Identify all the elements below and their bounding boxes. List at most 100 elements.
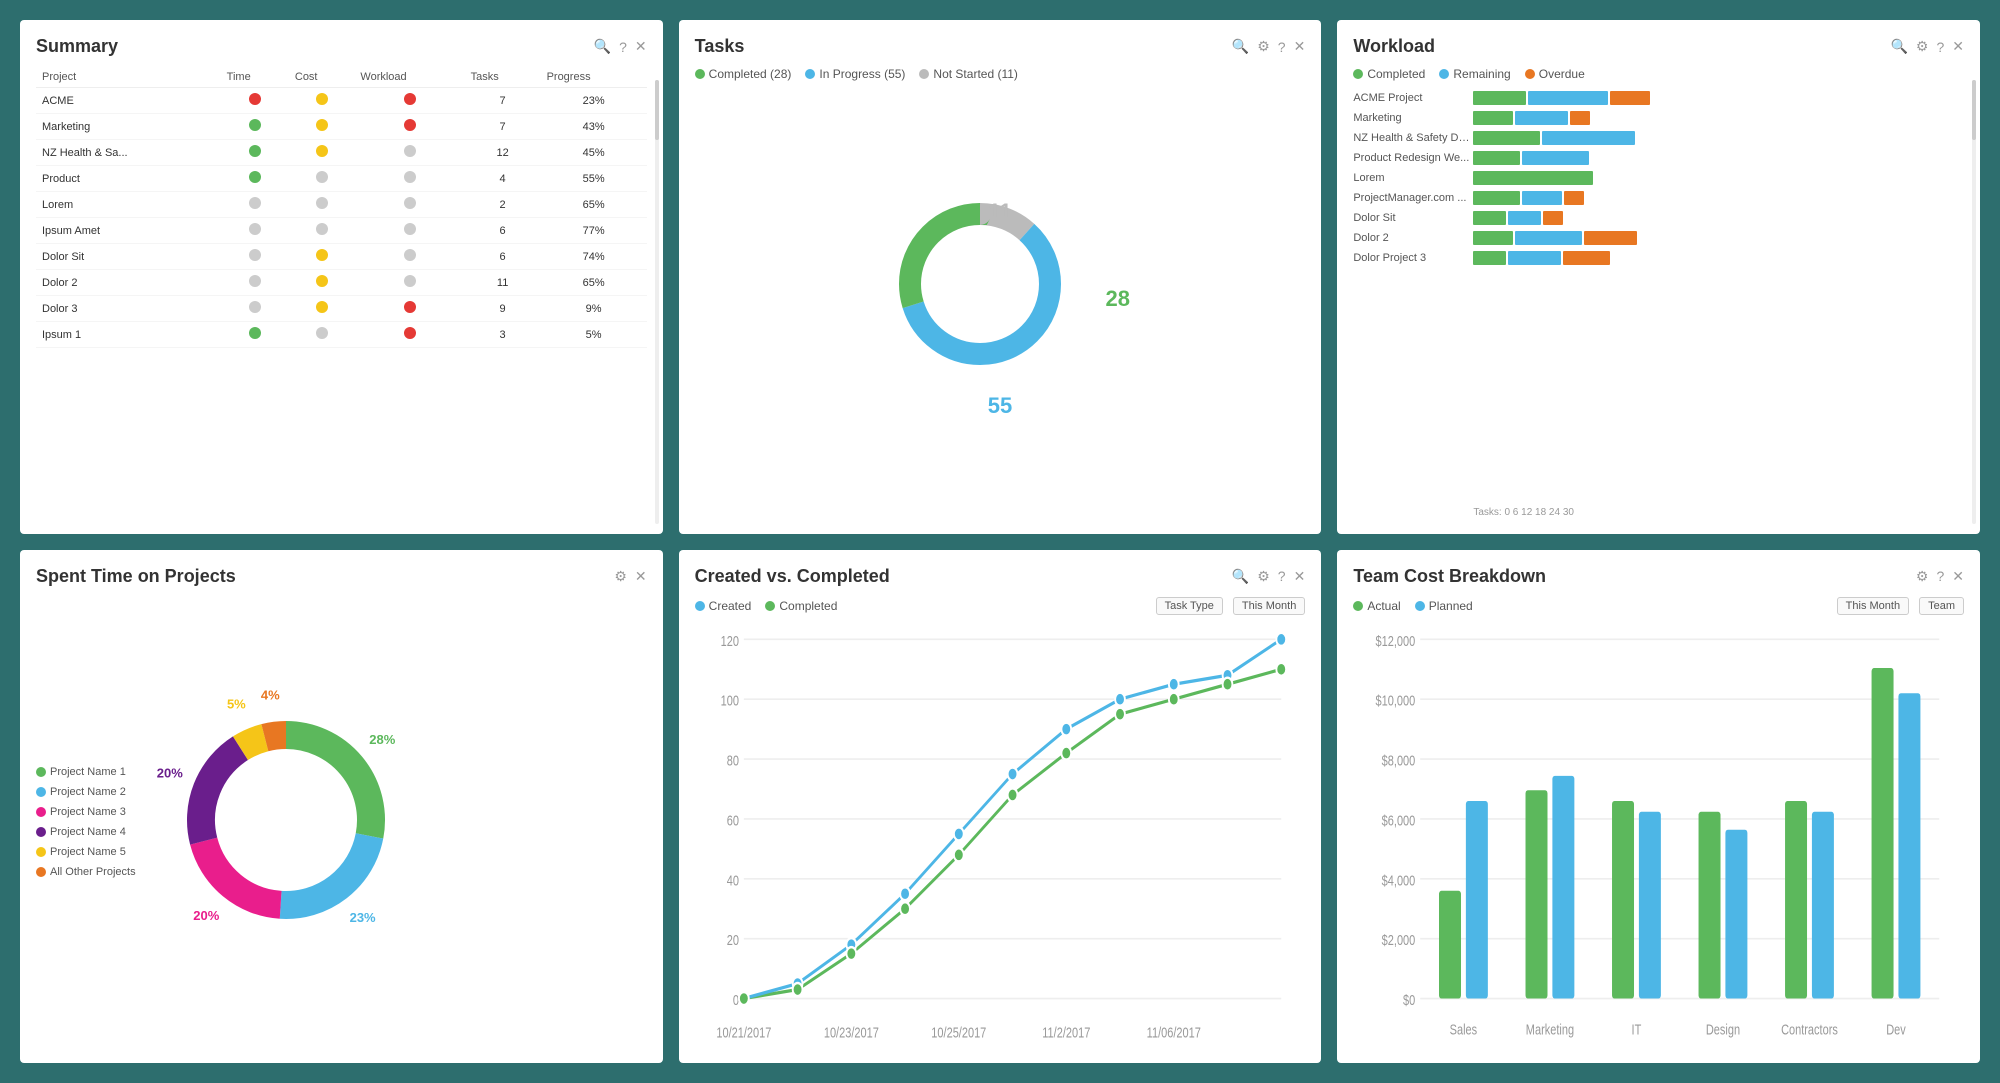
workload-bar-group	[1473, 131, 1964, 145]
col-workload: Workload	[354, 67, 464, 88]
settings-icon[interactable]: ⚙	[1916, 38, 1929, 55]
workload-axis: Tasks: 0 6 12 18 24 30	[1353, 507, 1964, 518]
remaining-bar	[1508, 251, 1561, 265]
this-month-filter[interactable]: This Month	[1233, 597, 1305, 615]
completed-dot	[1115, 707, 1125, 720]
settings-icon[interactable]: ⚙	[614, 568, 627, 585]
cost-status	[289, 88, 355, 114]
settings-icon[interactable]: ⚙	[1257, 38, 1270, 55]
time-status	[221, 192, 289, 218]
progress-pct: 65%	[541, 192, 647, 218]
workload-bar-group	[1473, 151, 1964, 165]
team-cost-header: Team Cost Breakdown ⚙ ? ✕	[1353, 566, 1964, 587]
donut-segment	[240, 738, 264, 749]
settings-icon[interactable]: ⚙	[1257, 568, 1270, 585]
workload-bar-group	[1473, 231, 1964, 245]
tasks-icons: 🔍 ⚙ ? ✕	[1232, 38, 1306, 55]
workload-status	[354, 322, 464, 348]
close-icon[interactable]: ✕	[1294, 568, 1306, 585]
tasks-donut: 11 28 55	[880, 184, 1120, 424]
progress-pct: 9%	[541, 296, 647, 322]
spent-legend-label: Project Name 2	[50, 786, 126, 798]
close-icon[interactable]: ✕	[635, 568, 647, 585]
completed-bar	[1473, 131, 1540, 145]
tasks-header: Tasks 🔍 ⚙ ? ✕	[695, 36, 1306, 57]
team-cost-legend-item: Actual	[1353, 599, 1400, 613]
help-icon[interactable]: ?	[619, 39, 627, 55]
created-dot	[1276, 632, 1286, 645]
time-status	[221, 114, 289, 140]
search-icon[interactable]: 🔍	[1890, 38, 1907, 55]
project-name: Lorem	[36, 192, 221, 218]
summary-table-container[interactable]: Project Time Cost Workload Tasks Progres…	[36, 67, 647, 518]
help-icon[interactable]: ?	[1278, 39, 1286, 55]
close-icon[interactable]: ✕	[1294, 38, 1306, 55]
overdue-bar	[1564, 191, 1584, 205]
table-row: Dolor Sit 6 74%	[36, 244, 647, 270]
settings-icon[interactable]: ⚙	[1916, 568, 1929, 585]
completed-bar	[1473, 211, 1506, 225]
close-icon[interactable]: ✕	[1952, 38, 1964, 55]
cost-status	[289, 114, 355, 140]
legend-item: Completed (28)	[695, 67, 792, 81]
help-icon[interactable]: ?	[1278, 568, 1286, 584]
tasks-widget: Tasks 🔍 ⚙ ? ✕ Completed (28)In Progress …	[679, 20, 1322, 534]
planned-bar	[1899, 693, 1921, 998]
workload-bars[interactable]: ACME Project Marketing NZ Health & Safet…	[1353, 91, 1964, 501]
close-icon[interactable]: ✕	[635, 38, 647, 55]
table-row: Marketing 7 43%	[36, 114, 647, 140]
overdue-bar	[1584, 231, 1637, 245]
summary-table: Project Time Cost Workload Tasks Progres…	[36, 67, 647, 348]
spent-legend-item: Project Name 5	[36, 846, 136, 858]
close-icon[interactable]: ✕	[1952, 568, 1964, 585]
project-name: Dolor 3	[36, 296, 221, 322]
time-status	[221, 218, 289, 244]
workload-status	[354, 192, 464, 218]
project-name: NZ Health & Sa...	[36, 140, 221, 166]
spent-legend-label: All Other Projects	[50, 866, 136, 878]
spent-legend-item: Project Name 1	[36, 766, 136, 778]
tc-y-label: $10,000	[1376, 692, 1416, 709]
team-filter[interactable]: Team	[1919, 597, 1964, 615]
workload-project-label: Marketing	[1353, 112, 1473, 124]
workload-project-label: Lorem	[1353, 172, 1473, 184]
completed-dot	[1276, 662, 1286, 675]
search-icon[interactable]: 🔍	[1232, 38, 1249, 55]
y-axis-label: 60	[726, 811, 738, 828]
completed-dot	[792, 983, 802, 996]
planned-bar	[1639, 811, 1661, 998]
search-icon[interactable]: 🔍	[594, 38, 611, 55]
time-status	[221, 244, 289, 270]
project-name: ACME	[36, 88, 221, 114]
team-this-month-filter[interactable]: This Month	[1837, 597, 1909, 615]
remaining-bar	[1542, 131, 1635, 145]
cost-status	[289, 140, 355, 166]
created-dot	[1115, 692, 1125, 705]
completed-dot	[1061, 746, 1071, 759]
help-icon[interactable]: ?	[1936, 39, 1944, 55]
overdue-bar	[1563, 251, 1610, 265]
workload-project-label: ACME Project	[1353, 92, 1473, 104]
project-name: Dolor 2	[36, 270, 221, 296]
workload-project-label: Dolor Project 3	[1353, 252, 1473, 264]
spent-donut: 28%23%20%20%5%4%	[156, 690, 416, 953]
completed-bar	[1473, 151, 1520, 165]
actual-bar	[1872, 668, 1894, 998]
help-icon[interactable]: ?	[1936, 568, 1944, 584]
table-row: Ipsum Amet 6 77%	[36, 218, 647, 244]
y-axis-label: 120	[720, 632, 738, 649]
spent-time-title: Spent Time on Projects	[36, 566, 236, 587]
actual-bar	[1699, 811, 1721, 998]
completed-label: 28	[1106, 286, 1130, 312]
task-type-filter[interactable]: Task Type	[1156, 597, 1223, 615]
time-status	[221, 140, 289, 166]
tc-y-label: $6,000	[1382, 811, 1416, 828]
completed-dot	[954, 848, 964, 861]
remaining-bar	[1522, 191, 1562, 205]
completed-bar	[1473, 191, 1520, 205]
spent-time-content: Project Name 1 Project Name 2 Project Name…	[36, 597, 647, 1048]
created-dot	[1061, 722, 1071, 735]
cost-status	[289, 244, 355, 270]
search-icon[interactable]: 🔍	[1232, 568, 1249, 585]
task-count: 4	[465, 166, 541, 192]
